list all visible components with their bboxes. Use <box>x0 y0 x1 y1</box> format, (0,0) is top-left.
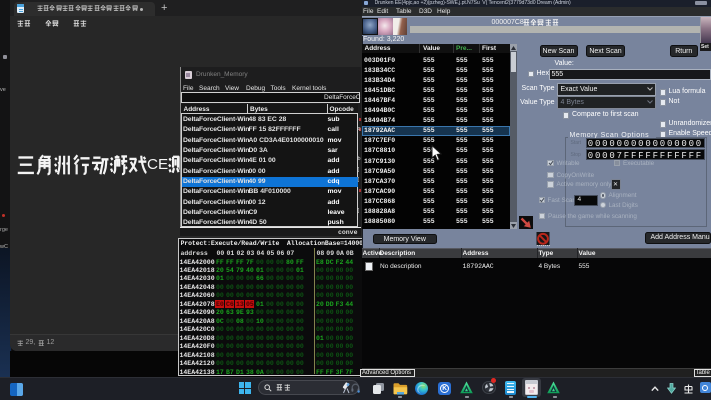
svg-text:CE: CE <box>147 156 168 173</box>
